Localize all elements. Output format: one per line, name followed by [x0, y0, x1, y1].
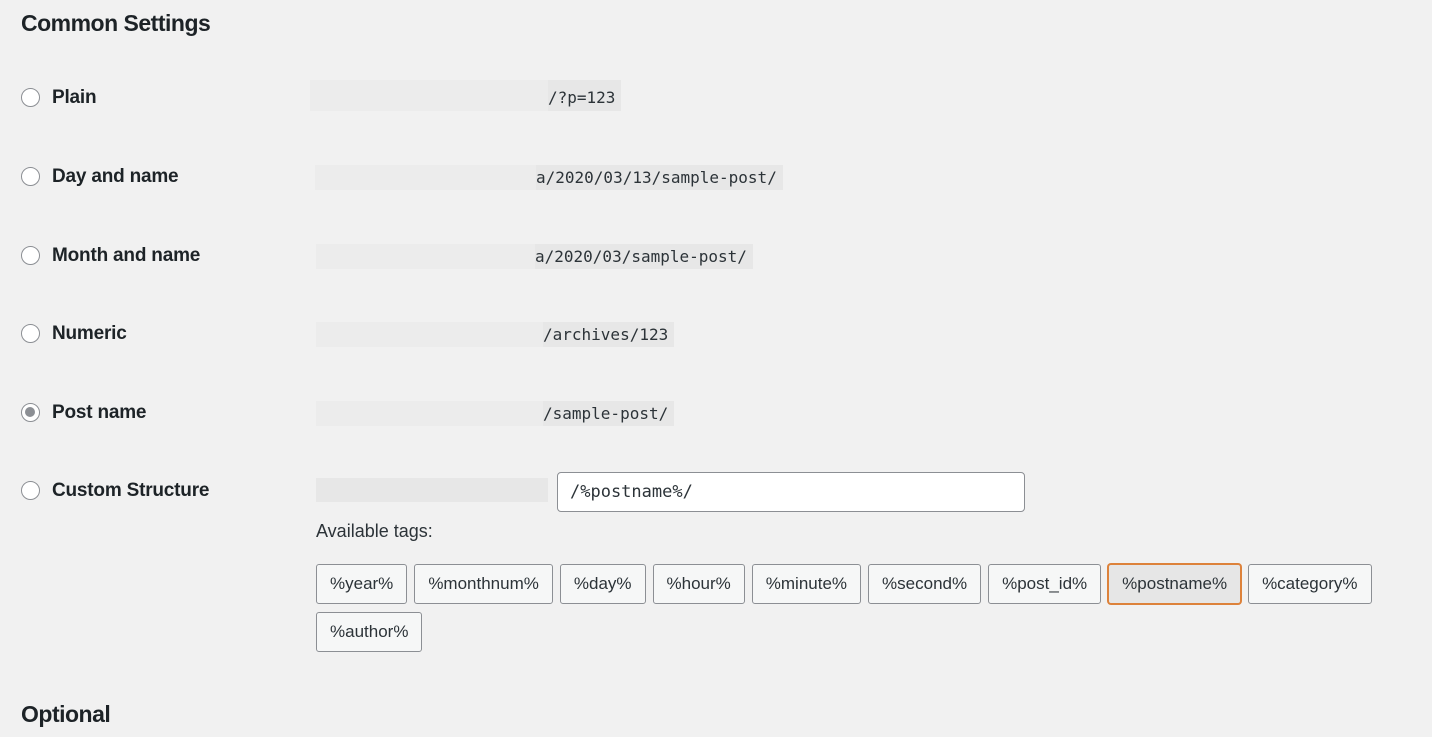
tag-button-postname[interactable]: %postname%	[1108, 564, 1242, 604]
tag-button-second[interactable]: %second%	[868, 564, 982, 604]
tag-button-category[interactable]: %category%	[1248, 564, 1372, 604]
sample-url-month-and-name: a/2020/03/sample-post/	[316, 244, 753, 269]
option-label-custom-structure[interactable]: Custom Structure	[52, 480, 209, 502]
available-tags-list: %year% %monthnum% %day% %hour% %minute% %seco…	[316, 564, 1396, 652]
optional-heading: Optional	[21, 701, 111, 727]
sample-url-plain: /?p=123	[310, 80, 622, 111]
radio-custom-structure[interactable]	[21, 481, 40, 500]
option-label-month-and-name[interactable]: Month and name	[52, 245, 200, 267]
custom-structure-base-url	[316, 478, 548, 502]
common-settings-heading: Common Settings	[21, 10, 211, 36]
option-label-numeric[interactable]: Numeric	[52, 323, 127, 345]
permalink-option-custom-structure: Custom Structure	[0, 472, 1432, 512]
radio-day-and-name[interactable]	[21, 167, 40, 186]
sample-url-numeric: /archives/123	[316, 322, 675, 347]
option-label-day-and-name[interactable]: Day and name	[52, 166, 179, 188]
custom-structure-input[interactable]	[557, 472, 1025, 512]
radio-plain[interactable]	[21, 88, 40, 107]
radio-numeric[interactable]	[21, 324, 40, 343]
radio-post-name[interactable]	[21, 403, 40, 422]
tag-button-day[interactable]: %day%	[559, 564, 646, 604]
tag-button-minute[interactable]: %minute%	[751, 564, 862, 604]
tag-button-monthnum[interactable]: %monthnum%	[414, 564, 553, 604]
tag-button-author[interactable]: %author%	[316, 612, 423, 652]
radio-month-and-name[interactable]	[21, 246, 40, 265]
permalink-option-plain: Plain /?p=123	[0, 79, 1432, 119]
tag-button-hour[interactable]: %hour%	[652, 564, 745, 604]
permalink-option-day-and-name: Day and name a/2020/03/13/sample-post/	[0, 158, 1432, 198]
available-tags-label: Available tags:	[316, 521, 433, 541]
sample-url-day-and-name: a/2020/03/13/sample-post/	[315, 165, 783, 190]
option-label-plain[interactable]: Plain	[52, 87, 97, 109]
tag-button-post-id[interactable]: %post_id%	[988, 564, 1102, 604]
sample-url-post-name: /sample-post/	[316, 401, 675, 426]
permalink-option-numeric: Numeric /archives/123	[0, 315, 1432, 355]
option-label-post-name[interactable]: Post name	[52, 402, 146, 424]
permalink-option-month-and-name: Month and name a/2020/03/sample-post/	[0, 237, 1432, 277]
permalink-option-post-name: Post name /sample-post/	[0, 394, 1432, 434]
tag-button-year[interactable]: %year%	[316, 564, 408, 604]
